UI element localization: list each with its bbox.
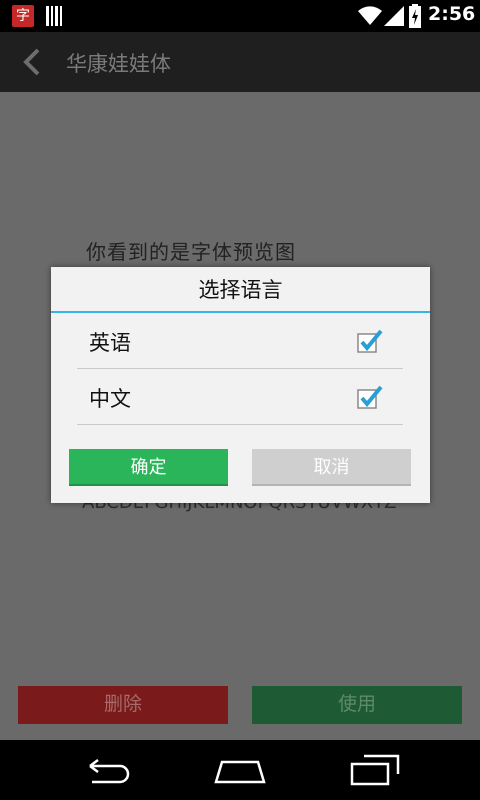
navigation-bar <box>0 740 480 800</box>
action-bar: 华康娃娃体 <box>0 32 480 92</box>
battery-charging-icon <box>409 4 421 28</box>
option-label: 中文 <box>89 387 131 411</box>
delete-button[interactable]: 删除 <box>18 686 228 724</box>
status-clock: 2:56 <box>428 3 476 25</box>
dialog-title: 选择语言 <box>198 278 283 302</box>
back-chevron-icon[interactable] <box>18 48 44 76</box>
use-button[interactable]: 使用 <box>252 686 462 724</box>
status-bar: 字 2:56 <box>0 0 480 32</box>
signal-icon <box>384 6 404 26</box>
wifi-icon <box>358 6 382 26</box>
option-chinese[interactable]: 中文 <box>77 369 403 425</box>
preview-sample-text: 你看到的是字体预览图 <box>86 240 296 264</box>
option-english[interactable]: 英语 <box>77 313 403 369</box>
checkbox-checked-icon[interactable] <box>357 329 383 353</box>
language-select-dialog: 选择语言 英语 中文 确定 取消 <box>51 267 430 503</box>
confirm-button[interactable]: 确定 <box>69 449 228 486</box>
option-label: 英语 <box>89 331 131 355</box>
app-notification-icon: 字 <box>12 5 34 27</box>
checkbox-checked-icon[interactable] <box>357 385 383 409</box>
cancel-button[interactable]: 取消 <box>252 449 411 486</box>
nav-back-icon[interactable] <box>82 758 130 784</box>
barcode-icon <box>46 6 62 26</box>
page-title: 华康娃娃体 <box>66 52 171 76</box>
nav-home-icon[interactable] <box>214 758 266 784</box>
nav-recent-apps-icon[interactable] <box>350 754 400 786</box>
row-divider <box>77 424 403 425</box>
